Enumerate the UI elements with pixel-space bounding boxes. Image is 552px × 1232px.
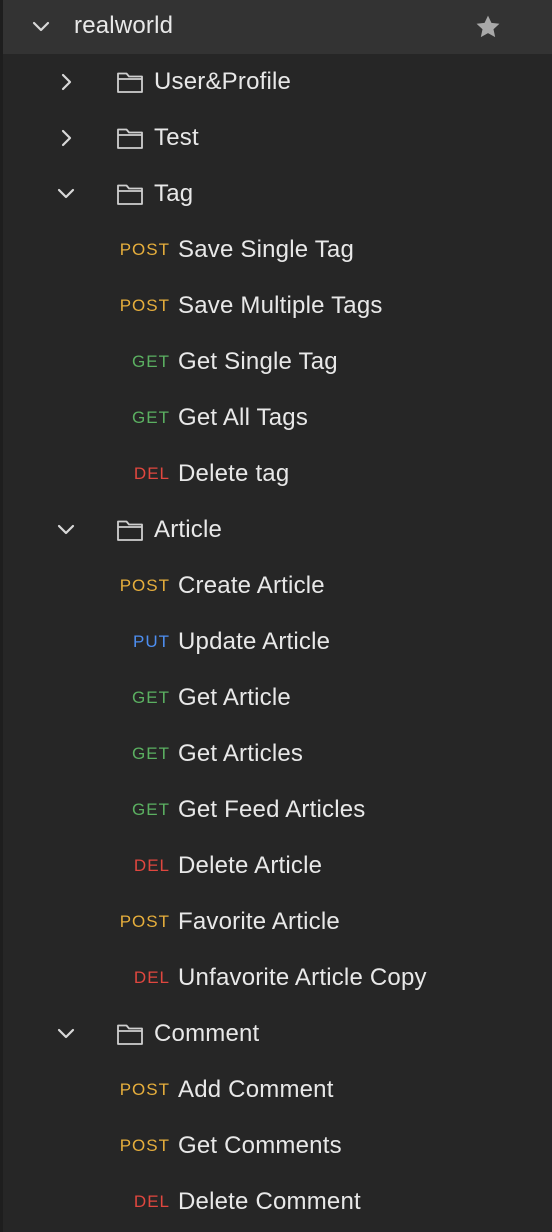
folder-icon xyxy=(115,123,145,153)
request-name: Update Article xyxy=(178,628,331,655)
folder-name: Comment xyxy=(154,1020,260,1047)
request-row[interactable]: DEL Delete tag xyxy=(3,446,552,502)
method-badge: GET xyxy=(132,408,170,427)
request-name: Add Comment xyxy=(178,1076,334,1103)
folder-name: User&Profile xyxy=(154,68,292,95)
request-name: Get Articles xyxy=(178,740,304,767)
request-name: Unfavorite Article Copy xyxy=(178,964,427,991)
request-name: Create Article xyxy=(178,572,325,599)
method-badge: DEL xyxy=(133,968,170,987)
method-badge: GET xyxy=(132,744,170,763)
folder-name: Article xyxy=(154,516,223,543)
request-row[interactable]: GET Get Articles xyxy=(3,726,552,782)
method-badge: POST xyxy=(119,296,170,315)
chevron-down-icon[interactable] xyxy=(55,519,77,541)
request-name: Save Multiple Tags xyxy=(178,292,383,319)
method-badge: POST xyxy=(119,576,170,595)
request-name: Delete tag xyxy=(178,460,290,487)
folder-row[interactable]: User&Profile xyxy=(3,54,552,110)
method-badge: DEL xyxy=(133,1192,170,1211)
request-row[interactable]: POST Save Single Tag xyxy=(3,222,552,278)
folder-row[interactable]: Comment xyxy=(3,1006,552,1062)
method-badge: PUT xyxy=(133,632,170,651)
method-badge: POST xyxy=(119,240,170,259)
request-name: Delete Article xyxy=(178,852,323,879)
request-row[interactable]: POST Create Article xyxy=(3,558,552,614)
request-row[interactable]: DEL Unfavorite Article Copy xyxy=(3,950,552,1006)
folder-row[interactable]: Test xyxy=(3,110,552,166)
method-badge: GET xyxy=(132,800,170,819)
folder-name: Tag xyxy=(154,180,194,207)
request-name: Get Comments xyxy=(178,1132,342,1159)
method-badge: DEL xyxy=(133,464,170,483)
request-row[interactable]: GET Get Feed Articles xyxy=(3,782,552,838)
folder-icon xyxy=(115,179,145,209)
request-row[interactable]: POST Add Comment xyxy=(3,1062,552,1118)
request-row[interactable]: POST Get Comments xyxy=(3,1118,552,1174)
request-row[interactable]: GET Get Article xyxy=(3,670,552,726)
folder-row[interactable]: Tag xyxy=(3,166,552,222)
chevron-down-icon[interactable] xyxy=(55,183,77,205)
request-name: Get Single Tag xyxy=(178,348,338,375)
chevron-down-icon[interactable] xyxy=(55,1023,77,1045)
chevron-right-icon[interactable] xyxy=(55,127,77,149)
method-badge: POST xyxy=(119,1136,170,1155)
request-row[interactable]: POST Save Multiple Tags xyxy=(3,278,552,334)
method-badge: GET xyxy=(132,688,170,707)
request-row[interactable]: DEL Delete Article xyxy=(3,838,552,894)
request-name: Get Feed Articles xyxy=(178,796,366,823)
chevron-down-icon[interactable] xyxy=(30,16,52,38)
collection-row[interactable]: realworld xyxy=(3,0,552,54)
collection-name: realworld xyxy=(74,12,174,39)
method-badge: POST xyxy=(119,912,170,931)
request-row[interactable]: GET Get Single Tag xyxy=(3,334,552,390)
request-row[interactable]: GET Get All Tags xyxy=(3,390,552,446)
folder-row[interactable]: Article xyxy=(3,502,552,558)
request-name: Get Article xyxy=(178,684,291,711)
request-row[interactable]: DEL Delete Comment xyxy=(3,1174,552,1230)
method-badge: POST xyxy=(119,1080,170,1099)
request-name: Get All Tags xyxy=(178,404,309,431)
request-name: Save Single Tag xyxy=(178,236,355,263)
chevron-right-icon[interactable] xyxy=(55,71,77,93)
request-row[interactable]: PUT Update Article xyxy=(3,614,552,670)
request-row[interactable]: POST Favorite Article xyxy=(3,894,552,950)
folder-icon xyxy=(115,67,145,97)
folder-icon xyxy=(115,515,145,545)
request-name: Delete Comment xyxy=(178,1188,361,1215)
request-name: Favorite Article xyxy=(178,908,340,935)
method-badge: GET xyxy=(132,352,170,371)
star-icon[interactable] xyxy=(474,13,502,41)
method-badge: DEL xyxy=(133,856,170,875)
folder-icon xyxy=(115,1019,145,1049)
folder-name: Test xyxy=(154,124,199,151)
